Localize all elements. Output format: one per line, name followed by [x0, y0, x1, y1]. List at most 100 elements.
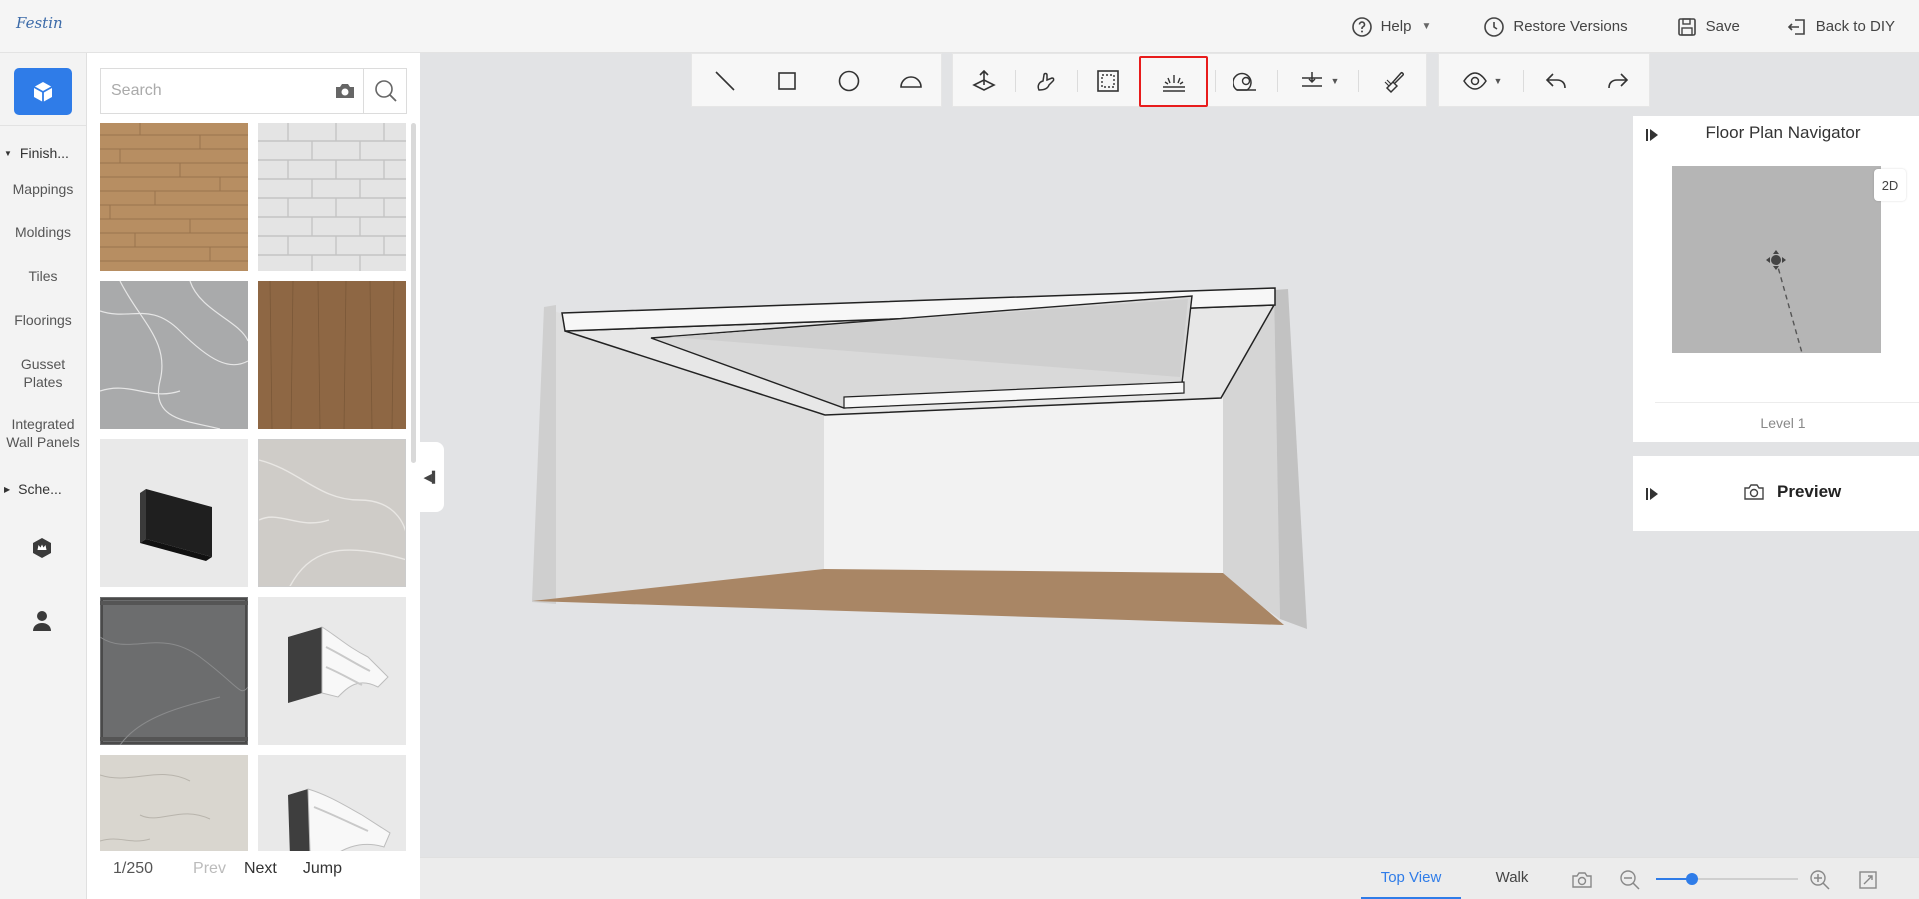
chevron-down-icon: ▼ — [1493, 76, 1503, 86]
collapse-right-icon[interactable] — [1643, 485, 1661, 503]
3d-viewport[interactable] — [420, 107, 1632, 857]
user-icon[interactable] — [28, 607, 56, 635]
restore-label: Restore Versions — [1513, 18, 1628, 35]
model-library-button[interactable] — [14, 68, 72, 115]
catalog-panel: 1/250 Prev Next Jump — [87, 53, 420, 899]
paint-brush-icon[interactable] — [1371, 62, 1417, 100]
zoom-in-icon[interactable] — [1808, 868, 1832, 892]
screenshot-icon[interactable] — [1570, 868, 1594, 892]
page-count: 1/250 — [113, 860, 154, 877]
push-pull-icon[interactable] — [961, 62, 1007, 100]
preview-button[interactable]: Preview — [1743, 482, 1841, 502]
back-label: Back to DIY — [1815, 18, 1895, 35]
tile-cornice-molding[interactable] — [258, 755, 406, 851]
sidebar-item-integrated-wall-panels[interactable]: Integrated Wall Panels — [0, 415, 86, 451]
sidebar-item-gusset-plates[interactable]: Gusset Plates — [0, 355, 86, 391]
camera-icon — [1744, 484, 1764, 500]
draw-toolgroup — [691, 53, 942, 107]
back-to-diy-button[interactable]: Back to DIY — [1786, 16, 1895, 38]
next-page-button[interactable]: Next — [244, 860, 277, 878]
rail-divider — [0, 125, 86, 126]
camera-position-marker — [1771, 255, 1781, 265]
toggle-2d-button[interactable]: 2D — [1874, 169, 1906, 201]
arc-tool-icon[interactable] — [888, 62, 934, 100]
undo-icon[interactable] — [1533, 62, 1579, 100]
elevation-icon[interactable]: ▼ — [1289, 62, 1349, 100]
save-button[interactable]: Save — [1676, 16, 1740, 38]
search-icon — [374, 80, 397, 102]
group-finishes[interactable]: ▼ Finish... — [0, 145, 69, 161]
line-tool-icon[interactable] — [702, 62, 748, 100]
group-finishes-label: Finish... — [19, 145, 69, 161]
save-label: Save — [1705, 18, 1740, 35]
preview-label: Preview — [1777, 482, 1842, 501]
clock-icon — [1484, 16, 1505, 37]
triangle-right-icon: ▶ — [4, 484, 11, 494]
camera-icon[interactable] — [333, 80, 357, 102]
tab-top-view[interactable]: Top View — [1361, 858, 1461, 899]
tile-walnut-wood[interactable] — [258, 281, 406, 429]
level-label[interactable]: Level 1 — [1633, 415, 1919, 431]
tile-light-marble[interactable] — [258, 439, 406, 587]
edit-toolgroup: ▼ — [952, 53, 1427, 107]
tile-white-brick[interactable] — [258, 123, 406, 271]
tile-wood-plank-light[interactable] — [100, 123, 248, 271]
frame-select-icon[interactable] — [1085, 62, 1131, 100]
sidebar-item-moldings[interactable]: Moldings — [0, 223, 86, 241]
toolbar-divider — [1215, 70, 1216, 92]
zoom-slider-thumb[interactable] — [1685, 873, 1698, 885]
toolbar-divider — [1077, 70, 1078, 92]
tile-black-panel[interactable] — [100, 439, 248, 587]
zoom-out-icon[interactable] — [1618, 868, 1642, 892]
toolbar-divider — [1277, 70, 1278, 92]
room-scene — [532, 287, 1307, 629]
light-strip-icon[interactable] — [1139, 56, 1208, 107]
measure-icon[interactable] — [1223, 62, 1269, 100]
chevron-down-icon: ▼ — [1330, 76, 1340, 86]
chevron-down-icon: ▼ — [1421, 21, 1432, 32]
toolbar-divider — [1523, 70, 1524, 92]
floor-plan-navigator: Floor Plan Navigator 2D Level 1 — [1633, 116, 1919, 442]
navigator-title: Floor Plan Navigator — [1705, 123, 1861, 142]
sidebar-item-tiles[interactable]: Tiles — [0, 267, 86, 285]
hand-tool-icon[interactable] — [1023, 62, 1069, 100]
toolbar-divider — [1358, 70, 1359, 92]
help-label: Help — [1380, 18, 1412, 35]
cube-icon — [33, 81, 53, 102]
premium-shield-icon[interactable] — [28, 534, 56, 562]
exit-icon — [1787, 18, 1805, 35]
jump-page-button[interactable]: Jump — [303, 860, 342, 878]
group-schemes-label: Sche... — [18, 481, 62, 497]
app-logo: Festin — [16, 14, 63, 32]
redo-icon[interactable] — [1595, 62, 1641, 100]
bottom-bar: Top View Walk — [420, 857, 1919, 899]
tile-cream-stone[interactable] — [100, 755, 248, 851]
material-grid — [100, 123, 410, 851]
back-wall — [824, 395, 1223, 579]
prev-page-button[interactable]: Prev — [193, 860, 226, 878]
navigator-map[interactable] — [1672, 166, 1881, 354]
circle-tool-icon[interactable] — [826, 62, 872, 100]
search-box — [100, 68, 407, 114]
tile-crown-molding[interactable] — [258, 597, 406, 745]
tile-dark-grey-marble[interactable] — [100, 597, 248, 745]
left-rail: ▼ Finish... Mappings Moldings Tiles Floo… — [0, 53, 87, 899]
tab-walk[interactable]: Walk — [1477, 858, 1547, 899]
catalog-scrollbar[interactable] — [411, 123, 416, 463]
group-schemes[interactable]: ▶ Sche... — [0, 481, 62, 497]
left-wall-edge — [532, 305, 556, 604]
search-input[interactable] — [101, 69, 321, 113]
sidebar-item-mappings[interactable]: Mappings — [0, 180, 86, 198]
tile-grey-marble[interactable] — [100, 281, 248, 429]
rectangle-tool-icon[interactable] — [764, 62, 810, 100]
visibility-icon[interactable]: ▼ — [1451, 62, 1513, 100]
search-button[interactable] — [363, 69, 407, 113]
top-actions: Help ▼ Restore Versions Save Back to DIY — [1351, 0, 1919, 53]
fit-view-icon[interactable] — [1856, 868, 1880, 892]
zoom-slider[interactable] — [1656, 873, 1798, 885]
restore-versions-button[interactable]: Restore Versions — [1483, 16, 1628, 38]
pagination: 1/250 Prev Next Jump — [87, 839, 420, 899]
help-menu[interactable]: Help ▼ — [1351, 16, 1432, 38]
save-icon — [1677, 17, 1696, 36]
sidebar-item-floorings[interactable]: Floorings — [0, 311, 86, 329]
